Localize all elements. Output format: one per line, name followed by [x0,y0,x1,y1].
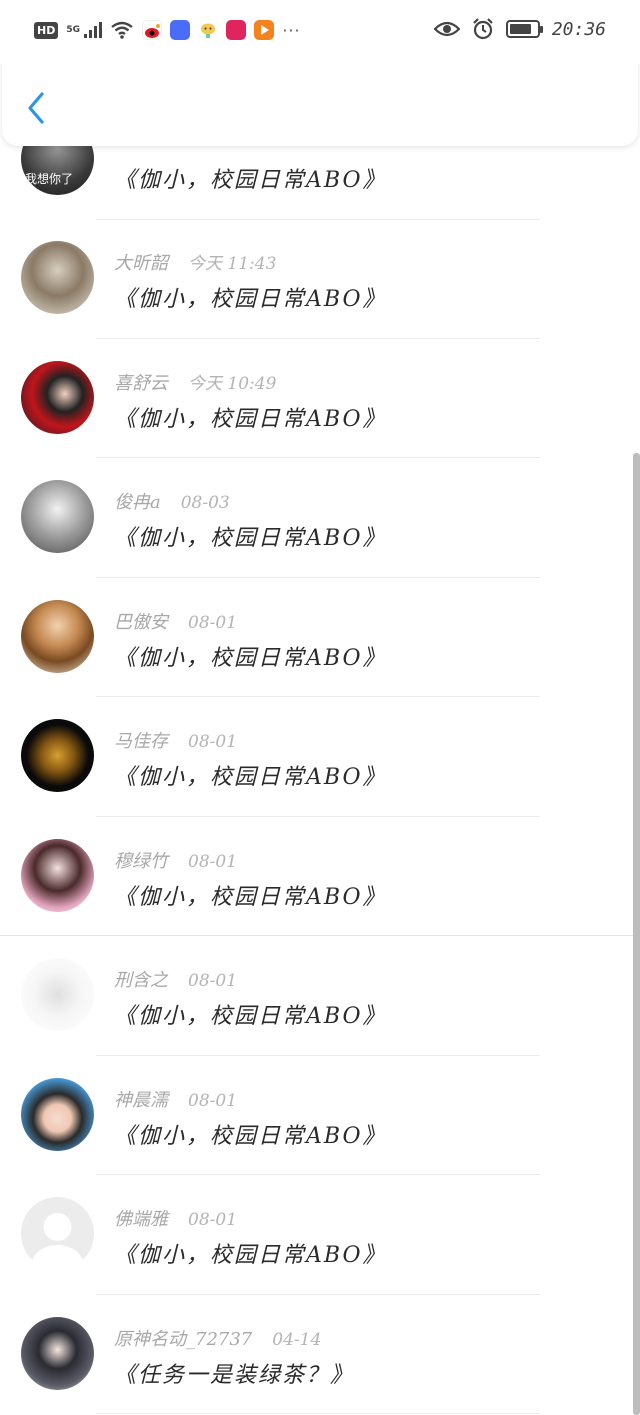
avatar: 我想你了 [21,145,94,195]
avatar [21,958,94,1031]
avatar [21,241,94,314]
clock-time: 20:36 [551,18,606,40]
book-icon [226,20,247,40]
list-item[interactable]: 原神名动_72737 04-14 《任务一是装绿茶？》 [0,1295,640,1414]
sender-name: 原神名动_72737 [114,1328,253,1350]
app-blue-icon [170,20,191,40]
message-time: 04-14 [272,1329,322,1350]
list-item[interactable]: 大昕韶 今天 11:43 《伽小，校园日常ABO》 [0,219,640,339]
message-title: 《任务一是装绿茶？》 [114,1362,355,1388]
sender-line: 神晨濡 08-01 [114,1086,237,1112]
status-bar: HD 5G ··· 20:36 [0,0,640,64]
message-time: 08-01 [188,612,238,633]
message-title: 《伽小，校园日常ABO》 [114,406,387,432]
avatar [21,838,94,912]
sender-name: 俊冉a [114,492,161,513]
sender-name: 神晨濡 [114,1089,168,1111]
list-item[interactable]: 马佳存 08-01 《伽小，校园日常ABO》 [0,697,640,817]
sender-line: 佛端雅 08-01 [114,1205,237,1231]
weibo-icon [142,20,163,40]
message-title: 《伽小，校园日常ABO》 [114,884,387,910]
avatar [21,360,94,434]
message-time: 08-01 [188,1210,238,1230]
message-title: 《伽小，校园日常ABO》 [114,1004,387,1029]
message-title: 《伽小，校园日常ABO》 [114,765,387,790]
message-time: 08-01 [188,732,238,752]
avatar [21,1316,94,1390]
hd-badge: HD [34,21,59,39]
sender-name: 大昕韶 [114,253,168,274]
message-title: 《伽小，校园日常ABO》 [114,645,387,671]
battery-icon [505,20,543,38]
chevron-left-icon [28,92,44,124]
sender-line: 巴傲安 08-01 [114,608,237,634]
message-title: 《伽小，校园日常ABO》 [114,1243,387,1268]
list-item[interactable]: 喜舒云 今天 10:49 《伽小，校园日常ABO》 [0,339,640,458]
divider [96,1413,540,1414]
wifi-icon [111,21,134,39]
message-title: 《伽小，校园日常ABO》 [114,1123,387,1149]
message-time: 08-01 [188,1090,238,1111]
sender-line: 刑含之 08-01 [114,966,237,992]
message-time: 08-03 [180,493,230,513]
scrollbar[interactable] [633,453,640,1415]
list-item[interactable]: 刑含之 08-01 《伽小，校园日常ABO》 [0,936,640,1056]
sender-line: 马佳存 08-01 [114,727,237,753]
list-item[interactable]: 穆绿竹 08-01 《伽小，校园日常ABO》 [0,817,640,936]
message-time: 今天 11:43 [188,254,277,274]
message-title: 《伽小，校园日常ABO》 [114,168,387,193]
list-item[interactable]: 佛端雅 08-01 《伽小，校园日常ABO》 [0,1175,640,1295]
avatar [21,480,94,553]
sender-line: 原神名动_72737 04-14 [114,1325,321,1351]
wechat-icon [198,20,219,40]
sender-name: 马佳存 [114,731,168,752]
sender-line: 穆绿竹 08-01 [114,847,237,873]
sender-name: 喜舒云 [114,372,168,394]
alarm-icon [473,18,493,40]
battery-level [509,24,531,34]
status-left: HD 5G ··· [34,20,301,40]
sender-line: 俊冉a 08-03 [114,488,230,514]
sender-name: 佛端雅 [114,1209,168,1230]
video-icon [254,20,275,40]
status-right: 20:36 [433,18,606,40]
sender-name: 巴傲安 [114,611,168,633]
sender-name: 穆绿竹 [114,850,168,872]
list-item[interactable]: 俊冉a 08-03 《伽小，校园日常ABO》 [0,458,640,578]
message-list[interactable]: 我想你了 《伽小，校园日常ABO》 大昕韶 今天 11:43 《伽小，校园日常AB… [0,145,640,1415]
list-item[interactable]: 我想你了 《伽小，校园日常ABO》 [0,145,640,220]
avatar [21,599,94,673]
message-time: 今天 10:49 [188,373,277,394]
signal-icon [84,22,103,38]
message-title: 《伽小，校园日常ABO》 [114,526,387,551]
message-time: 08-01 [188,971,238,991]
list-item[interactable]: 巴傲安 08-01 《伽小，校园日常ABO》 [0,578,640,697]
avatar [21,719,94,792]
message-time: 08-01 [188,851,238,872]
list-item[interactable]: 神晨濡 08-01 《伽小，校园日常ABO》 [0,1056,640,1175]
avatar [21,1197,94,1270]
sender-line: 大昕韶 今天 11:43 [114,249,276,275]
eye-icon [433,21,460,37]
network-type: 5G [66,24,80,35]
more-notifications-icon: ··· [282,20,301,40]
sender-line: 喜舒云 今天 10:49 [114,369,276,395]
message-title: 《伽小，校园日常ABO》 [114,287,387,312]
avatar-caption: 我想你了 [25,172,74,186]
back-button[interactable] [20,88,52,128]
avatar [21,1077,94,1151]
sender-name: 刑含之 [114,970,168,991]
top-nav-bar [2,60,638,146]
default-avatar-icon [31,1213,84,1270]
